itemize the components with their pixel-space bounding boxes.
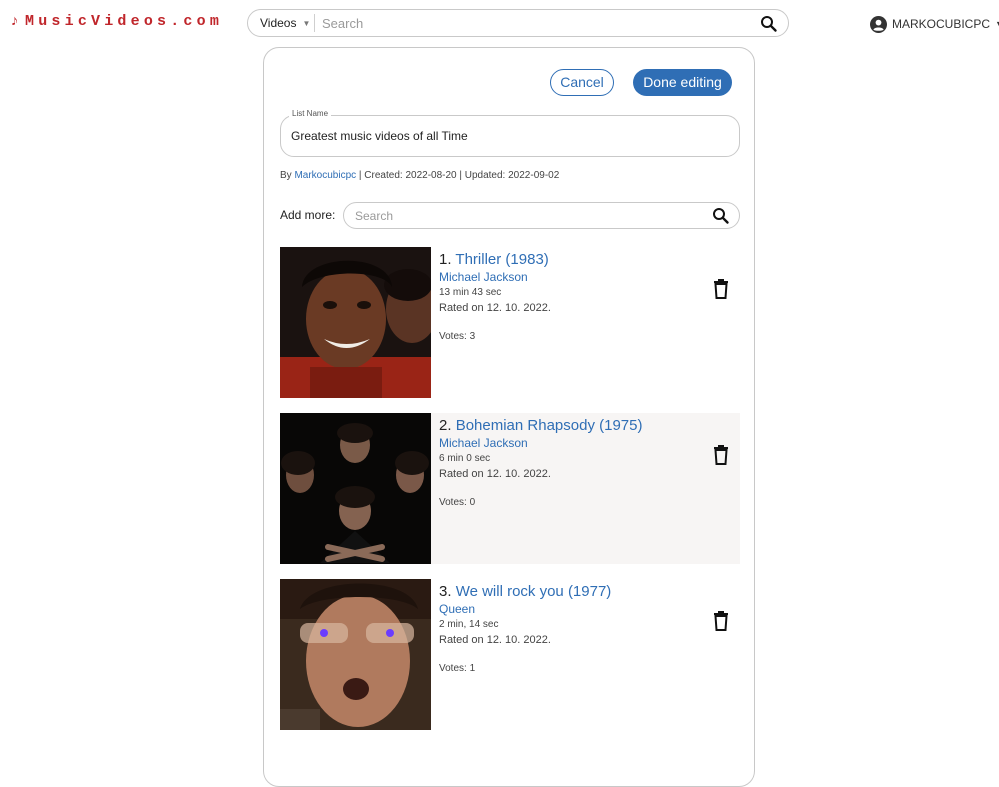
duration: 13 min 43 sec	[439, 287, 502, 298]
item-title: 1. Thriller (1983)	[439, 251, 549, 268]
category-select[interactable]: Videos ▼	[260, 10, 318, 36]
global-search-input[interactable]	[320, 12, 740, 34]
artist-link[interactable]: Michael Jackson	[439, 270, 551, 284]
rated-date: Rated on 12. 10. 2022.	[439, 302, 551, 314]
search-icon[interactable]	[712, 207, 730, 225]
votes-count: Votes: 0	[439, 497, 476, 508]
list-name-field[interactable]: List Name Greatest music videos of all T…	[280, 109, 740, 157]
video-thumbnail[interactable]	[280, 247, 431, 398]
done-editing-button[interactable]: Done editing	[633, 69, 732, 96]
site-logo[interactable]: ♪ MusicVideos.com	[10, 13, 223, 30]
duration: 2 min, 14 sec	[439, 619, 499, 630]
list-item: 3. We will rock you (1977) Queen 2 min, …	[280, 579, 740, 730]
global-search-bar: Videos ▼	[247, 9, 789, 37]
video-thumbnail[interactable]	[280, 413, 431, 564]
item-info: 1. Thriller (1983) Michael Jackson 13 mi…	[439, 251, 551, 342]
list-name-value[interactable]: Greatest music videos of all Time	[291, 129, 468, 143]
item-info: 3. We will rock you (1977) Queen 2 min, …	[439, 583, 611, 674]
trash-icon[interactable]	[712, 445, 730, 465]
list-item: 1. Thriller (1983) Michael Jackson 13 mi…	[280, 247, 740, 398]
chevron-down-icon: ▼	[995, 19, 999, 29]
trash-icon[interactable]	[712, 279, 730, 299]
video-title-link[interactable]: We will rock you (1977)	[456, 583, 612, 600]
duration: 6 min 0 sec	[439, 453, 491, 464]
trash-icon[interactable]	[712, 611, 730, 631]
item-info: 2. Bohemian Rhapsody (1975) Michael Jack…	[439, 417, 642, 508]
votes-count: Votes: 1	[439, 663, 476, 674]
list-name-label: List Name	[289, 109, 332, 118]
cancel-button[interactable]: Cancel	[550, 69, 614, 96]
username: MARKOCUBICPC	[892, 17, 991, 31]
search-divider	[314, 14, 315, 32]
add-more-label: Add more:	[280, 208, 336, 222]
add-more-input[interactable]	[353, 206, 703, 225]
add-more-search	[343, 202, 740, 229]
author-link[interactable]: Markocubicpc	[294, 170, 356, 181]
search-icon[interactable]	[760, 15, 778, 33]
artist-link[interactable]: Michael Jackson	[439, 436, 642, 450]
votes-count: Votes: 3	[439, 331, 476, 342]
list-meta: By Markocubicpc | Created: 2022-08-20 | …	[280, 170, 560, 181]
chevron-down-icon: ▼	[302, 19, 311, 28]
artist-link[interactable]: Queen	[439, 602, 611, 616]
account-circle-icon	[870, 15, 887, 33]
rated-date: Rated on 12. 10. 2022.	[439, 468, 551, 480]
list-item: 2. Bohemian Rhapsody (1975) Michael Jack…	[280, 413, 740, 564]
video-title-link[interactable]: Bohemian Rhapsody (1975)	[456, 417, 643, 434]
rated-date: Rated on 12. 10. 2022.	[439, 634, 551, 646]
top-navigation: ♪MusicVideos.com Videos▼ MARKOCUBICPC ▼	[0, 0, 999, 46]
video-title-link[interactable]: Thriller (1983)	[455, 251, 548, 268]
music-note-icon: ♪	[10, 13, 20, 30]
user-menu[interactable]: MARKOCUBICPC ▼	[870, 14, 999, 34]
item-title: 2. Bohemian Rhapsody (1975)	[439, 417, 643, 434]
list-editor-panel: Cancel Done editing List Name Greatest m…	[263, 47, 755, 787]
video-thumbnail[interactable]	[280, 579, 431, 730]
item-title: 3. We will rock you (1977)	[439, 583, 612, 600]
